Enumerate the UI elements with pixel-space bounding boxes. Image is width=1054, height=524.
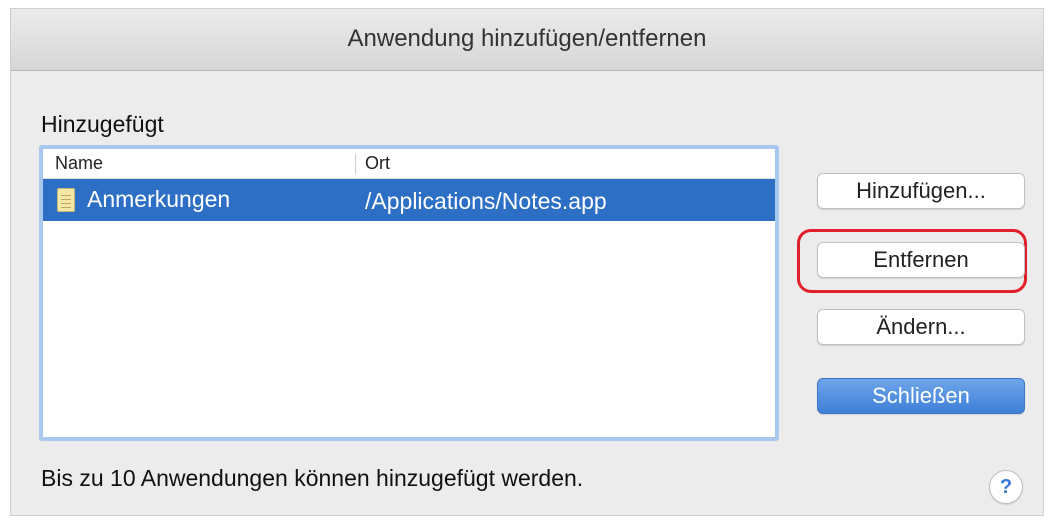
title-bar: Anwendung hinzufügen/entfernen — [11, 9, 1043, 71]
window-title: Anwendung hinzufügen/entfernen — [347, 25, 707, 52]
added-section-label: Hinzugefügt — [41, 111, 164, 137]
add-remove-application-dialog: Anwendung hinzufügen/entfernen Hinzugefü… — [10, 8, 1044, 516]
application-list[interactable]: Name Ort Anmerkungen /Applications/Notes… — [39, 145, 779, 441]
notes-icon — [57, 188, 75, 212]
close-button[interactable]: Schließen — [817, 378, 1025, 414]
help-button[interactable]: ? — [989, 470, 1023, 504]
column-divider — [355, 154, 356, 174]
row-app-name: Anmerkungen — [87, 186, 231, 212]
list-row-selected[interactable]: Anmerkungen /Applications/Notes.app — [43, 179, 775, 221]
column-header-location[interactable]: Ort — [365, 153, 390, 174]
list-header: Name Ort — [43, 149, 775, 179]
row-app-path: /Applications/Notes.app — [365, 188, 607, 214]
change-button[interactable]: Ändern... — [817, 309, 1025, 345]
add-button[interactable]: Hinzufügen... — [817, 173, 1025, 209]
remove-button[interactable]: Entfernen — [817, 242, 1025, 278]
column-header-name[interactable]: Name — [55, 153, 103, 174]
limit-note: Bis zu 10 Anwendungen können hinzugefügt… — [41, 465, 584, 491]
